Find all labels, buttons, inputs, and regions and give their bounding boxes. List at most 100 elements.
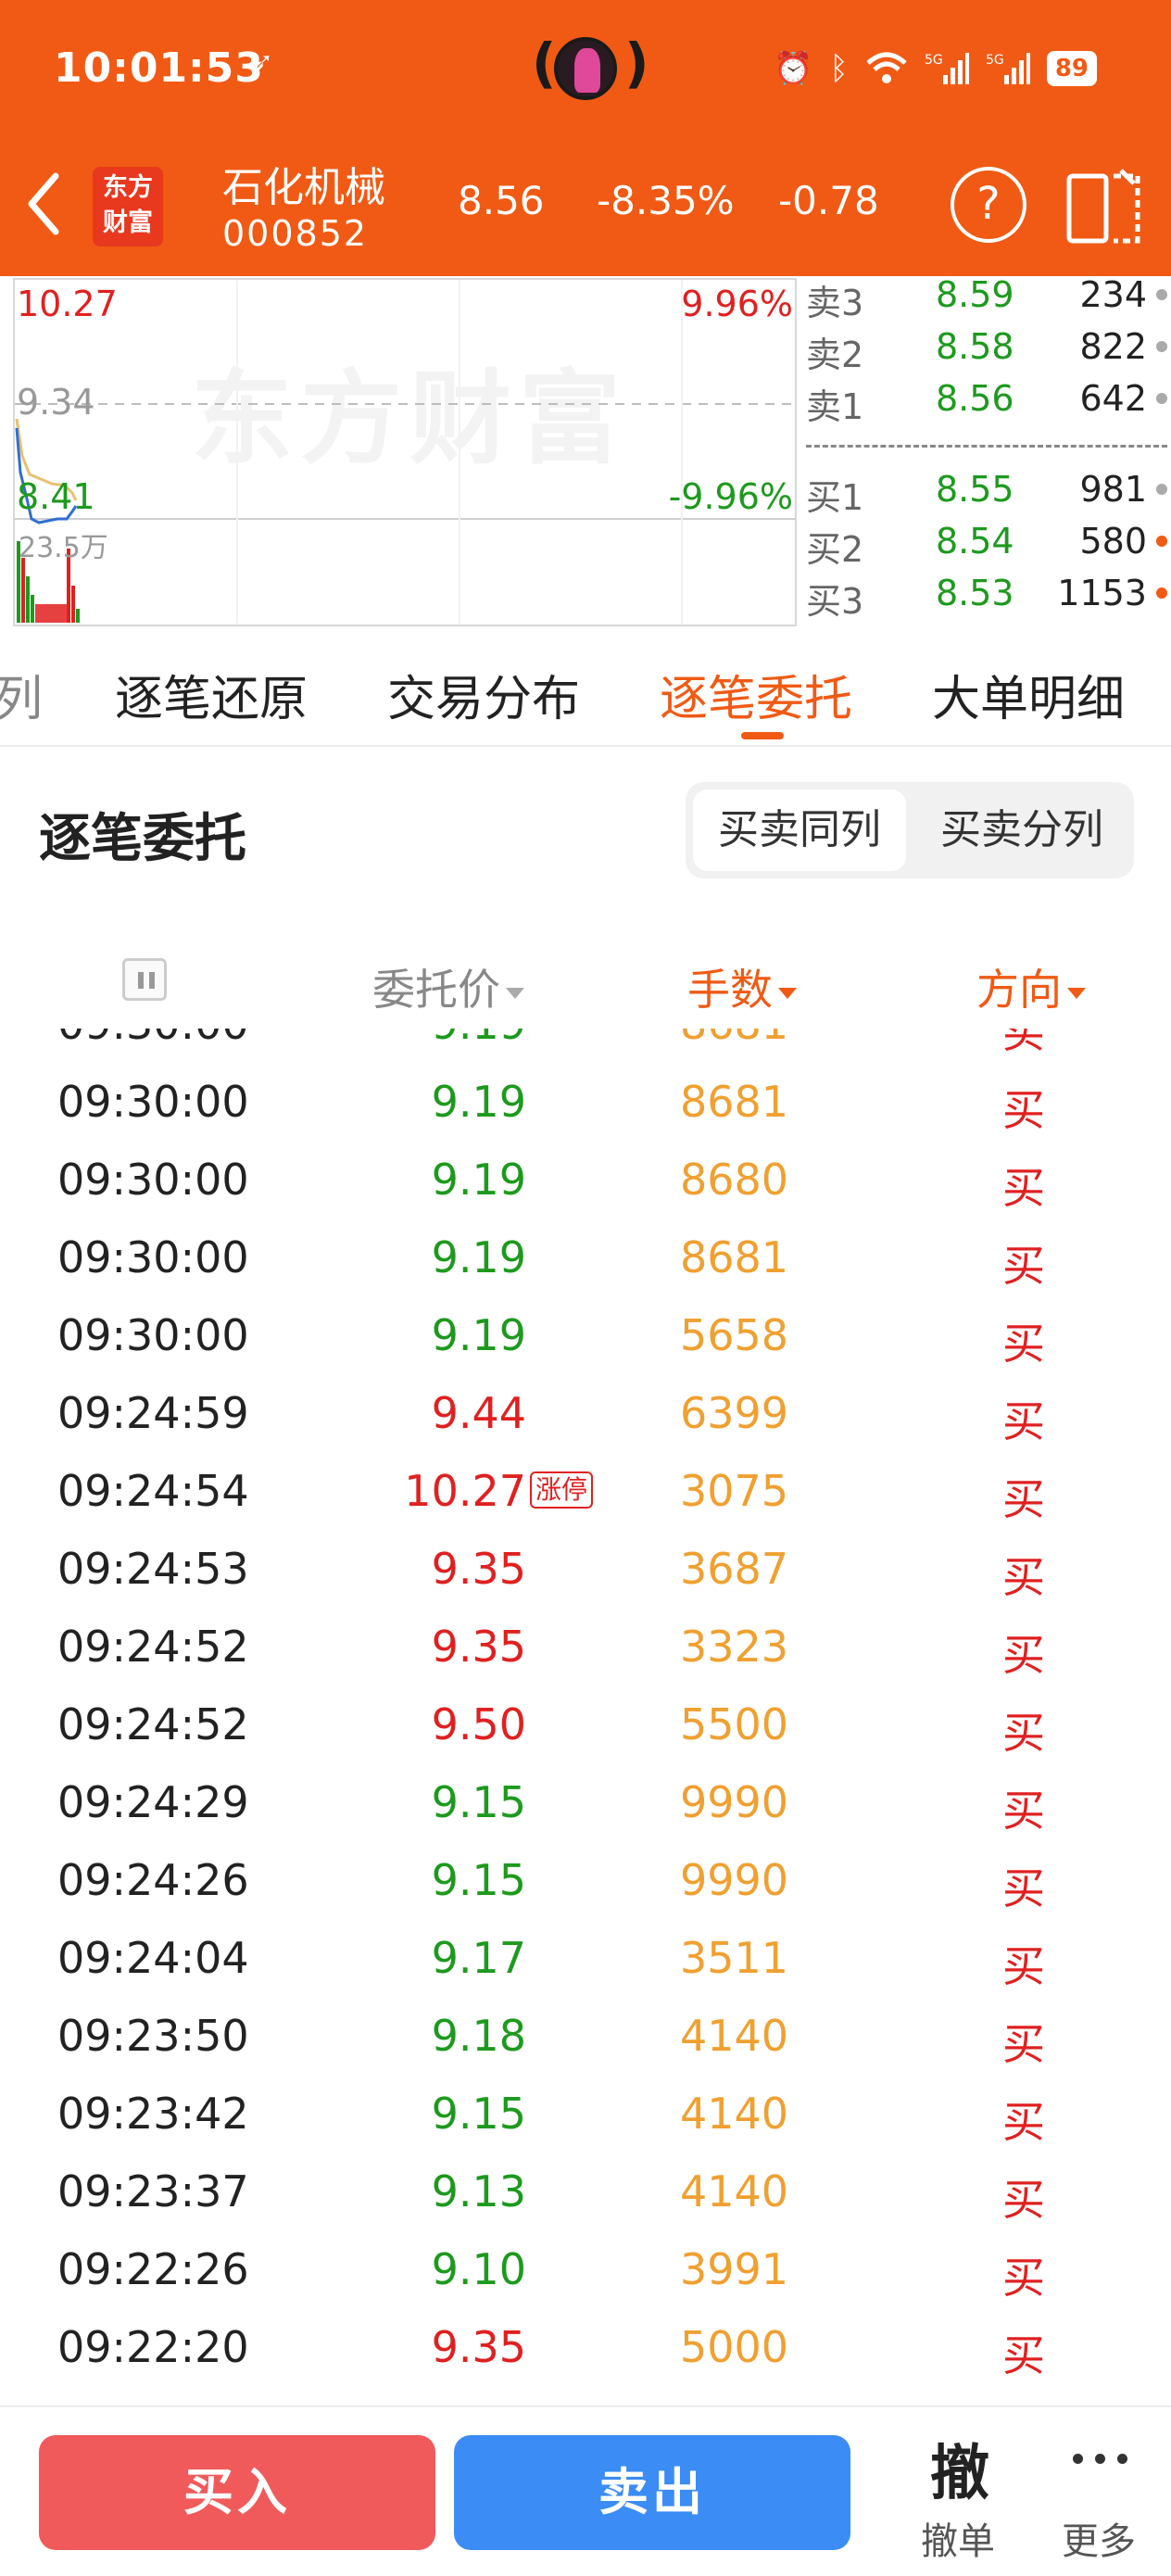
change-percent: -8.35% [597,178,735,223]
order-quantity: 8681 [680,1029,788,1049]
table-row[interactable]: 09:23:42 9.15 4140 买 [0,2089,1171,2166]
table-row[interactable]: 09:22:20 9.35 5000 买 [0,2322,1171,2400]
order-table[interactable]: 09:30:009.198681买09:30:009.198681买09:30:… [0,1029,1171,2406]
table-row[interactable]: 09:30:00 9.19 5658 买 [0,1310,1171,1388]
qty-sort-header[interactable]: 手数 [687,956,797,1017]
table-row[interactable]: 09:30:00 9.19 8680 买 [0,1155,1171,1232]
buy-button[interactable]: 买入 [39,2435,435,2550]
tab-tick-orders[interactable]: 逐笔委托 [660,660,852,729]
tab-large-orders[interactable]: 大单明细 [932,660,1125,729]
caret-down-icon [1067,987,1086,999]
order-quantity: 3687 [680,1544,789,1594]
change-amount: -0.78 [778,178,879,223]
ask-row-2: 卖2 8.58 822 [802,326,1171,375]
live-avatar-indicator[interactable]: ( ) [532,32,649,106]
caret-down-icon [778,987,797,999]
dot-icon [1156,289,1167,300]
volume-bar [31,595,34,623]
order-direction: 买 [1002,2097,1045,2147]
order-direction: 买 [1002,1941,1045,1991]
tab-partial[interactable]: 列 [0,660,43,729]
order-time: 09:30:00 [57,1155,249,1205]
table-row[interactable]: 09:30:00 9.19 8681 买 [0,1077,1171,1155]
chart-low-price: 8.41 [17,476,95,517]
layout-switch-button[interactable] [1065,167,1141,246]
order-book-divider [806,445,1167,448]
help-button[interactable]: ? [951,167,1026,243]
order-price: 9.35 [431,1622,526,1672]
order-time: 09:24:54 [57,1466,249,1516]
table-row[interactable]: 09:24:54 10.27 涨停 3075 买 [0,1466,1171,1544]
order-direction: 买 [1002,1085,1045,1135]
order-direction: 买 [1002,1552,1045,1602]
order-direction: 买 [1002,1863,1045,1913]
sell-button[interactable]: 卖出 [454,2435,850,2550]
direction-sort-header[interactable]: 方向 [976,956,1086,1017]
table-row[interactable]: 09:24:26 9.15 9990 买 [0,1855,1171,1933]
price-header-label: 委托价 [372,965,500,1015]
table-row[interactable]: 09:23:37 9.13 4140 买 [0,2166,1171,2244]
table-row[interactable]: 09:22:26 9.10 3991 买 [0,2244,1171,2322]
price-sort-header[interactable]: 委托价 [372,956,524,1017]
tab-tick-restore[interactable]: 逐笔还原 [115,660,308,729]
ask-volume: 234 [1079,274,1147,315]
order-direction: 买 [1002,1241,1045,1291]
order-time: 09:24:52 [57,1622,249,1672]
order-direction: 买 [1002,1029,1045,1057]
order-book: 卖3 8.59 234 卖2 8.58 822 卖1 8.56 642 买1 8… [802,274,1171,630]
order-direction: 买 [1002,2019,1045,2069]
table-row[interactable]: 09:24:52 9.35 3323 买 [0,1622,1171,1699]
order-direction: 买 [1002,1708,1045,1758]
table-row[interactable]: 09:24:04 9.17 3511 买 [0,1933,1171,2011]
pause-button[interactable] [122,958,167,1001]
order-direction: 买 [1002,1319,1045,1369]
intraday-chart[interactable]: 东方财富 10.27 9.96% 9.34 8.41 -9.96% 23.5万 [13,278,797,626]
avatar [554,37,617,100]
order-time: 09:30:00 [57,1232,249,1282]
order-price: 9.19 [431,1077,526,1127]
ask-label: 卖1 [806,386,864,427]
order-price: 9.19 [431,1155,526,1205]
layout-switch-icon [1066,169,1140,244]
stock-header: 东方 财富 石化机械 000852 8.56 -8.35% -0.78 ? [0,139,1171,276]
signal-5g-icon: 5G [986,53,1030,84]
order-time: 09:23:37 [57,2166,249,2216]
order-quantity: 3075 [680,1466,789,1516]
order-quantity: 9990 [680,1855,789,1905]
order-time: 09:22:26 [57,2244,249,2294]
tab-trade-distribution[interactable]: 交易分布 [387,660,580,729]
bid-label: 买1 [806,477,864,518]
order-time: 09:30:00 [57,1077,249,1127]
order-price: 9.17 [431,1933,526,1983]
bid-volume: 580 [1079,521,1147,562]
table-row[interactable]: 09:24:53 9.35 3687 买 [0,1544,1171,1622]
order-price: 9.19 [431,1232,526,1282]
chart-high-pct: 9.96% [681,284,793,324]
bid-price: 8.54 [936,521,1014,562]
table-row[interactable]: 09:30:00 9.19 8681 买 [0,1232,1171,1310]
back-button[interactable] [20,167,85,241]
table-row[interactable]: 09:30:00 9.19 8681 买 [0,1029,1171,1077]
table-row[interactable]: 09:24:52 9.50 5500 买 [0,1699,1171,1777]
stock-code: 000852 [222,213,369,254]
bid-label: 买3 [806,581,864,622]
detail-tabs: 列 逐笔还原 交易分布 逐笔委托 大单明细 [0,626,1171,747]
order-quantity: 3991 [680,2244,789,2294]
order-price: 9.15 [431,1855,526,1905]
order-quantity: 6399 [680,1388,789,1438]
ask-row-3: 卖3 8.59 234 [802,274,1171,323]
segment-same-column[interactable]: 买卖同列 [693,789,906,871]
volume-bar [71,586,75,623]
view-mode-toggle: 买卖同列 买卖分列 [686,782,1134,878]
order-time: 09:23:42 [57,2089,249,2139]
order-price: 9.19 [431,1310,526,1360]
bluetooth-icon: ᛒ [829,50,849,87]
table-row[interactable]: 09:23:50 9.18 4140 买 [0,2011,1171,2089]
order-quantity: 5000 [680,2322,789,2372]
segment-split-column[interactable]: 买卖分列 [915,789,1128,871]
order-direction: 买 [1002,1630,1045,1680]
table-row[interactable]: 09:24:59 9.44 6399 买 [0,1388,1171,1466]
svg-text:5G: 5G [925,53,943,68]
limit-up-badge: 涨停 [530,1471,594,1509]
table-row[interactable]: 09:24:29 9.15 9990 买 [0,1777,1171,1855]
